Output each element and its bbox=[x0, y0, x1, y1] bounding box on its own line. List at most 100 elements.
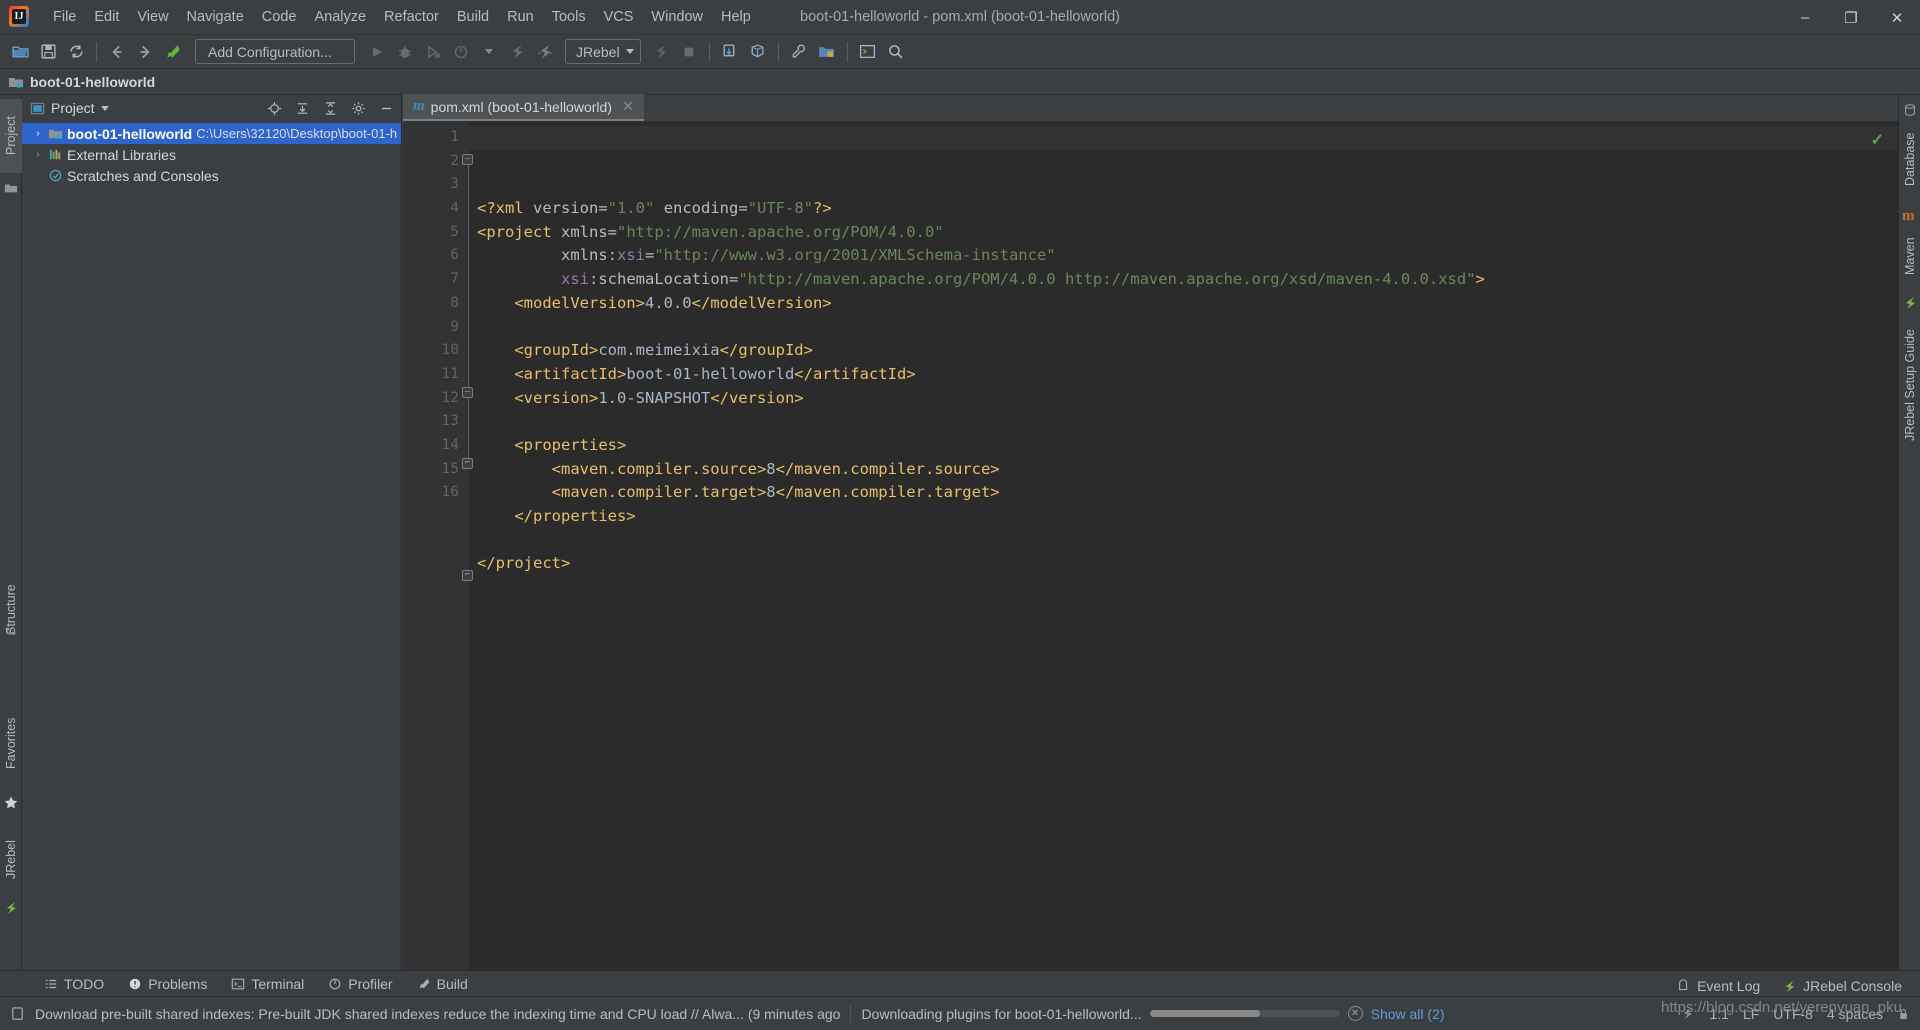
rail-item-maven[interactable]: Maven bbox=[1899, 225, 1920, 287]
menu-item-edit[interactable]: Edit bbox=[85, 5, 128, 29]
gear-icon[interactable] bbox=[347, 97, 369, 119]
jrebel-status-icon[interactable] bbox=[1680, 1006, 1695, 1021]
hide-icon[interactable] bbox=[375, 97, 397, 119]
menu-item-navigate[interactable]: Navigate bbox=[178, 5, 253, 29]
commit-icon[interactable] bbox=[745, 39, 771, 65]
profile-icon[interactable] bbox=[448, 39, 474, 65]
chevron-right-icon[interactable]: › bbox=[32, 128, 44, 139]
line-separator[interactable]: LF bbox=[1743, 1006, 1759, 1022]
update-project-icon[interactable] bbox=[717, 39, 743, 65]
status-message[interactable]: Download pre-built shared indexes: Pre-b… bbox=[35, 1006, 840, 1022]
rail-item-project[interactable]: Project bbox=[0, 99, 22, 173]
bottom-tab-build[interactable]: Build bbox=[407, 973, 478, 995]
show-all-tasks-link[interactable]: Show all (2) bbox=[1371, 1006, 1445, 1022]
maximize-button[interactable]: ❐ bbox=[1828, 0, 1874, 35]
rail-item-structure[interactable]: Structure bbox=[0, 565, 22, 655]
jrebel-configuration-combo[interactable]: JRebel bbox=[565, 39, 641, 64]
code-token: </project> bbox=[477, 554, 571, 573]
project-structure-icon[interactable] bbox=[814, 39, 840, 65]
close-button[interactable]: ✕ bbox=[1874, 0, 1920, 35]
toolbar-separator bbox=[846, 41, 848, 62]
bottom-tab-todo[interactable]: TODO bbox=[34, 973, 114, 995]
menu-item-tools[interactable]: Tools bbox=[543, 5, 595, 29]
locate-target-icon[interactable] bbox=[263, 97, 285, 119]
jrebel-debug-icon[interactable] bbox=[532, 39, 558, 65]
editor-area: m pom.xml (boot-01-helloworld) ✕ – – ⌐ ⌐… bbox=[403, 94, 1898, 995]
inspection-ok-icon[interactable]: ✓ bbox=[1871, 130, 1884, 150]
menu-item-file[interactable]: File bbox=[44, 5, 85, 29]
menu-item-analyze[interactable]: Analyze bbox=[305, 5, 375, 29]
tree-node-boot-01-helloworld[interactable]: › boot-01-helloworld C:\Users\32120\Deskto… bbox=[22, 123, 401, 144]
code-editor[interactable]: – – ⌐ ⌐ 1 2 3 4 5 6 7 8 9 10 11 12 13 14 15 16 <?xml ve… bbox=[403, 122, 1898, 985]
expand-all-icon[interactable] bbox=[291, 97, 313, 119]
forward-arrow-icon[interactable] bbox=[132, 39, 158, 65]
chevron-down-icon[interactable] bbox=[100, 105, 109, 111]
indent-setting[interactable]: 4 spaces bbox=[1827, 1006, 1883, 1022]
notification-icon[interactable] bbox=[10, 1006, 25, 1021]
todo-icon bbox=[44, 977, 58, 991]
code-content[interactable]: <?xml version="1.0" encoding="UTF-8"?> <p… bbox=[469, 122, 1898, 985]
code-token: :schemaLocation bbox=[589, 270, 729, 289]
tree-node-external-libraries[interactable]: › External Libraries bbox=[22, 144, 401, 165]
bottom-tab-problems[interactable]: Problems bbox=[118, 973, 217, 995]
rail-item-favorites[interactable]: Favorites bbox=[0, 700, 22, 786]
editor-tab-pom-xml[interactable]: m pom.xml (boot-01-helloworld) ✕ bbox=[403, 94, 644, 121]
jrebel-console-button[interactable]: JRebel Console bbox=[1782, 978, 1902, 994]
minimize-button[interactable]: – bbox=[1782, 0, 1828, 35]
tree-node-path: C:\Users\32120\Desktop\boot-01-h bbox=[196, 126, 398, 141]
toolbar-separator bbox=[96, 41, 97, 62]
editor-vertical-scrollbar[interactable] bbox=[1886, 122, 1898, 985]
bottom-tab-profiler[interactable]: Profiler bbox=[318, 973, 402, 995]
build-hammer-icon[interactable] bbox=[160, 39, 186, 65]
code-token: ?> bbox=[813, 199, 832, 218]
rail-item-jrebel[interactable]: JRebel bbox=[0, 825, 22, 895]
menu-item-code[interactable]: Code bbox=[253, 5, 306, 29]
run-icon[interactable] bbox=[364, 39, 390, 65]
menu-item-vcs[interactable]: VCS bbox=[595, 5, 643, 29]
menu-item-view[interactable]: View bbox=[128, 5, 177, 29]
file-encoding[interactable]: UTF-8 bbox=[1773, 1006, 1813, 1022]
line-number-gutter: – – ⌐ ⌐ 1 2 3 4 5 6 7 8 9 10 11 12 13 14 15 16 bbox=[403, 122, 473, 985]
menu-item-run[interactable]: Run bbox=[498, 5, 543, 29]
line-number: 2 bbox=[450, 152, 459, 169]
chevron-down-icon[interactable] bbox=[476, 39, 502, 65]
run-coverage-icon[interactable] bbox=[420, 39, 446, 65]
jrebel-run-icon[interactable] bbox=[504, 39, 530, 65]
maven-icon: m bbox=[1902, 208, 1915, 224]
stop-square-icon[interactable] bbox=[676, 39, 702, 65]
collapse-all-icon[interactable] bbox=[319, 97, 341, 119]
menu-bar: File Edit View Navigate Code Analyze Refactor B… bbox=[44, 0, 760, 35]
code-token: xmlns: bbox=[561, 246, 617, 265]
menu-item-help[interactable]: Help bbox=[712, 5, 760, 29]
add-configuration-button[interactable]: Add Configuration... bbox=[195, 39, 355, 64]
stop-icon[interactable] bbox=[648, 39, 674, 65]
menu-item-build[interactable]: Build bbox=[448, 5, 498, 29]
search-everywhere-icon[interactable] bbox=[883, 39, 909, 65]
debug-icon[interactable] bbox=[392, 39, 418, 65]
rail-item-database[interactable]: Database bbox=[1899, 121, 1920, 197]
menu-item-refactor[interactable]: Refactor bbox=[375, 5, 448, 29]
menu-item-window[interactable]: Window bbox=[642, 5, 712, 29]
libraries-icon bbox=[48, 147, 63, 162]
close-icon[interactable]: ✕ bbox=[622, 98, 634, 115]
back-arrow-icon[interactable] bbox=[104, 39, 130, 65]
event-log-button[interactable]: Event Log bbox=[1677, 978, 1760, 994]
lock-icon[interactable] bbox=[1897, 1007, 1910, 1021]
line-number: 10 bbox=[441, 342, 459, 359]
settings-wrench-icon[interactable] bbox=[786, 39, 812, 65]
caret-position[interactable]: 1:1 bbox=[1709, 1006, 1728, 1022]
sync-icon[interactable] bbox=[63, 39, 89, 65]
breadcrumb-project-name[interactable]: boot-01-helloworld bbox=[30, 74, 155, 90]
tree-node-scratches-and-consoles[interactable]: Scratches and Consoles bbox=[22, 165, 401, 186]
terminal-icon[interactable] bbox=[855, 39, 881, 65]
structure-rail-icon bbox=[4, 625, 18, 639]
chevron-right-icon[interactable]: › bbox=[32, 149, 44, 160]
rail-item-jrebel-setup-guide[interactable]: JRebel Setup Guide bbox=[1899, 315, 1920, 455]
code-line: <project xmlns="http://maven.apache.org/… bbox=[477, 221, 1898, 245]
code-token: <modelVersion> bbox=[514, 293, 645, 312]
open-folder-icon[interactable] bbox=[7, 39, 33, 65]
save-icon[interactable] bbox=[35, 39, 61, 65]
bottom-tab-terminal[interactable]: Terminal bbox=[221, 973, 314, 995]
cancel-task-icon[interactable]: ✕ bbox=[1347, 1006, 1363, 1021]
